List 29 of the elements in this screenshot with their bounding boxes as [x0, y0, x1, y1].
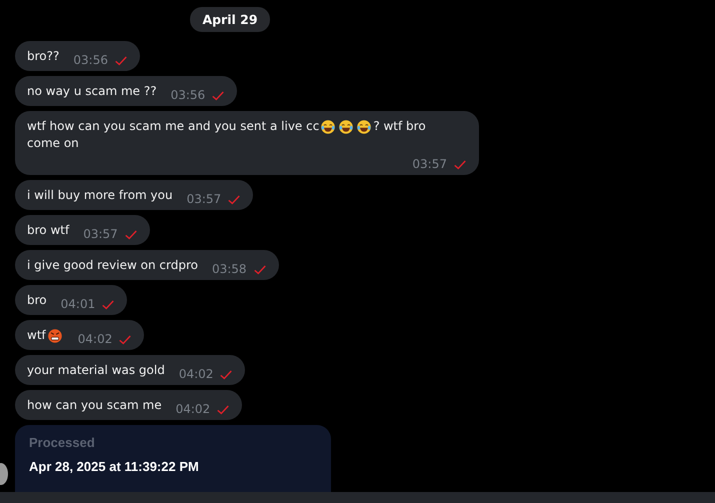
- message-time: 03:58: [212, 261, 247, 278]
- laughing-emoji-icon: [356, 118, 372, 134]
- message-text: bro: [27, 292, 47, 309]
- message-time: 03:57: [186, 191, 222, 208]
- message-text: come on: [27, 135, 79, 152]
- message-text: bro??: [27, 48, 60, 65]
- angry-emoji-icon: [46, 328, 63, 344]
- message-text: no way u scam me ??: [27, 83, 157, 100]
- message-time: 03:56: [170, 87, 206, 104]
- message-text: bro wtf: [27, 222, 70, 239]
- date-badge: April 29: [190, 7, 270, 32]
- message-text: i give good review on crdpro: [27, 257, 198, 274]
- message-text: ? wtf bro: [373, 118, 426, 135]
- message-text: your material was gold: [27, 362, 165, 379]
- message-time: 04:02: [178, 366, 214, 383]
- card-label: Processed: [29, 435, 96, 450]
- message-time: 04:02: [78, 331, 112, 348]
- laughing-emoji-icon: [338, 118, 354, 134]
- laughing-emoji-icon: [320, 118, 336, 134]
- message-text: i will buy more from you: [27, 187, 173, 204]
- message-time: 03:57: [83, 226, 118, 243]
- message-time: 04:01: [60, 296, 96, 313]
- message-time: 03:57: [412, 156, 447, 173]
- card-value: Apr 28, 2025 at 11:39:22 PM: [29, 459, 200, 474]
- message-text: wtf how can you scam me and you sent a live cc: [27, 118, 320, 135]
- message-text: wtf: [27, 327, 46, 344]
- message-time: 03:56: [73, 52, 108, 69]
- message-text: how can you scam me: [27, 397, 162, 414]
- message-time: 04:02: [176, 401, 210, 418]
